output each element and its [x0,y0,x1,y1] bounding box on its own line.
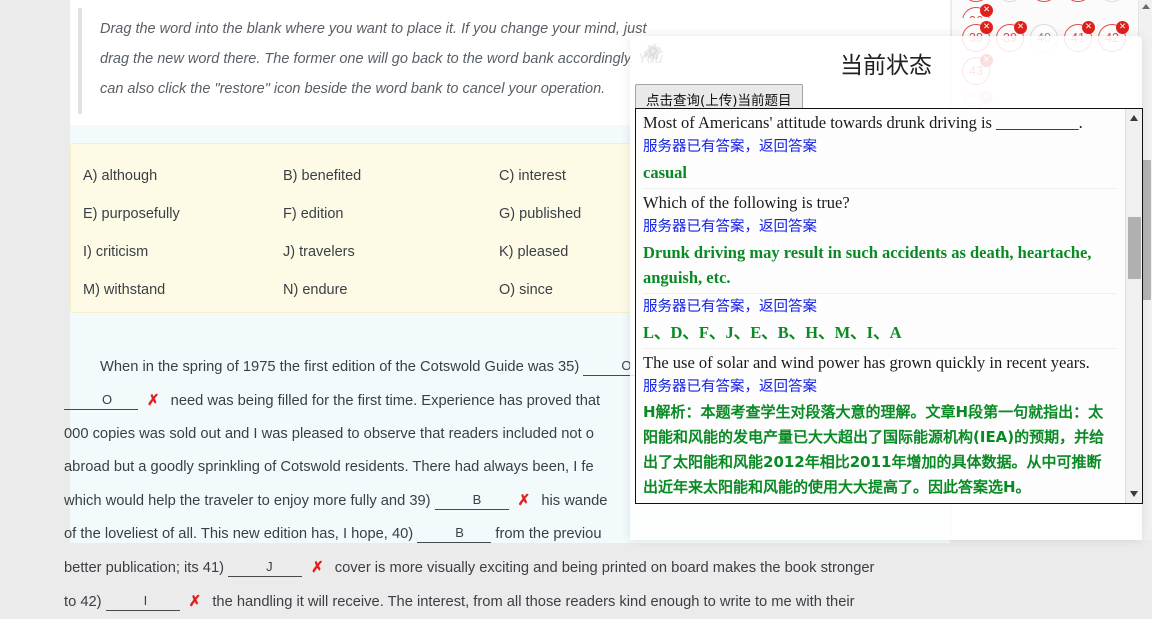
word-bank-item[interactable]: E) purposefully [83,206,283,222]
word-bank-item[interactable]: F) edition [283,206,499,222]
answer-scrollbar-thumb[interactable] [1128,217,1141,279]
passage-seg-10: cover is more visually exciting and bein… [334,560,875,576]
question-badge-34[interactable]: 34✕ [1064,0,1092,2]
passage-seg-4: abroad but a goodly sprinkling of Cotswo… [64,459,594,475]
blank-36[interactable]: O [64,391,138,410]
wrong-mark-41: ✗ [311,559,324,576]
answer-block: Most of Americans' attitude towards drun… [643,109,1116,189]
wrong-mark-39: ✗ [517,492,531,509]
question-badge-32[interactable]: 32 [996,0,1024,2]
passage-seg-3: 000 copies was sold out and I was please… [64,426,594,442]
server-answer-link[interactable]: 服务器已有答案，返回答案 [643,215,1116,240]
answer-result-box: Most of Americans' attitude towards drun… [635,108,1143,504]
blank-39[interactable]: B [434,491,509,510]
answer-block-question: Which of the following is true? [643,193,850,212]
word-bank-item[interactable]: B) benefited [283,168,499,184]
answer-block-answer: Drunk driving may result in such acciden… [643,243,1092,287]
answer-result-content: Most of Americans' attitude towards drun… [636,109,1124,503]
answer-block-answer: H解析：本题考查学生对段落大意的理解。文章H段第一句就指出：太阳能和风能的发电产… [643,403,1105,496]
word-bank-item[interactable]: M) withstand [83,282,283,298]
answer-box-scrollbar[interactable] [1125,109,1142,503]
wrong-answer-icon: ✕ [1014,21,1027,34]
server-answer-link[interactable]: 服务器已有答案，返回答案 [643,295,1116,320]
passage-seg-1: When in the spring of 1975 the first edi… [100,359,580,375]
question-badge-33[interactable]: 33✕ [1030,0,1058,2]
wrong-answer-icon: ✕ [1082,21,1095,34]
word-bank-item[interactable]: J) travelers [283,244,499,260]
wrong-mark-42: ✗ [188,593,202,610]
answer-scroll-down-arrow-icon[interactable] [1130,491,1138,497]
answer-block-question: The use of solar and wind power has grow… [643,353,1090,372]
word-bank-item[interactable]: A) although [83,168,283,184]
passage-seg-9: better publication; its 41) [64,560,225,576]
answer-block-answer: L、D、F、J、E、B、H、M、I、A [643,323,902,342]
word-bank-grid: A) although B) benefited C) interest E) pur… [83,168,661,298]
passage-seg-6: his wande [541,493,608,509]
answer-block: 服务器已有答案，返回答案 L、D、F、J、E、B、H、M、I、A [643,294,1116,349]
blank-41[interactable]: J [228,558,303,577]
passage-seg-12: the handling it will receive. The intere… [212,594,855,610]
blank-40[interactable]: B [417,524,492,543]
server-answer-link[interactable]: 服务器已有答案，返回答案 [643,375,1116,400]
answer-block-answer: casual [643,163,688,182]
blank-42[interactable]: I [105,592,180,611]
question-badge-35[interactable]: 35 [1098,0,1126,2]
server-answer-link[interactable]: 服务器已有答案，返回答案 [643,135,1116,160]
instruction-text: Drag the word into the blank where you w… [78,8,678,114]
answer-block: The use of solar and wind power has grow… [643,349,1116,503]
wrong-answer-icon: ✕ [980,21,993,34]
question-badge-31[interactable]: 31✕ [962,0,990,2]
answer-block-question: Most of Americans' attitude towards drun… [643,113,1083,132]
passage-seg-2: need was being filled for the first time… [170,393,601,409]
wrong-mark-36: ✗ [147,392,160,409]
overlay-title: 当前状态 [840,53,932,79]
answer-scroll-up-arrow-icon[interactable] [1130,115,1138,121]
answer-block: Which of the following is true? 服务器已有答案，返… [643,189,1116,294]
word-bank: A) although B) benefited C) interest E) pur… [70,143,670,313]
passage-seg-5: which would help the traveler to enjoy m… [64,493,431,509]
word-bank-item[interactable]: N) endure [283,282,499,298]
wrong-answer-icon: ✕ [1116,21,1129,34]
scroll-up-arrow-icon[interactable] [1142,4,1150,9]
wrong-answer-icon: ✕ [980,4,993,17]
word-bank-item[interactable]: I) criticism [83,244,283,260]
passage-seg-11: to 42) [64,594,102,610]
